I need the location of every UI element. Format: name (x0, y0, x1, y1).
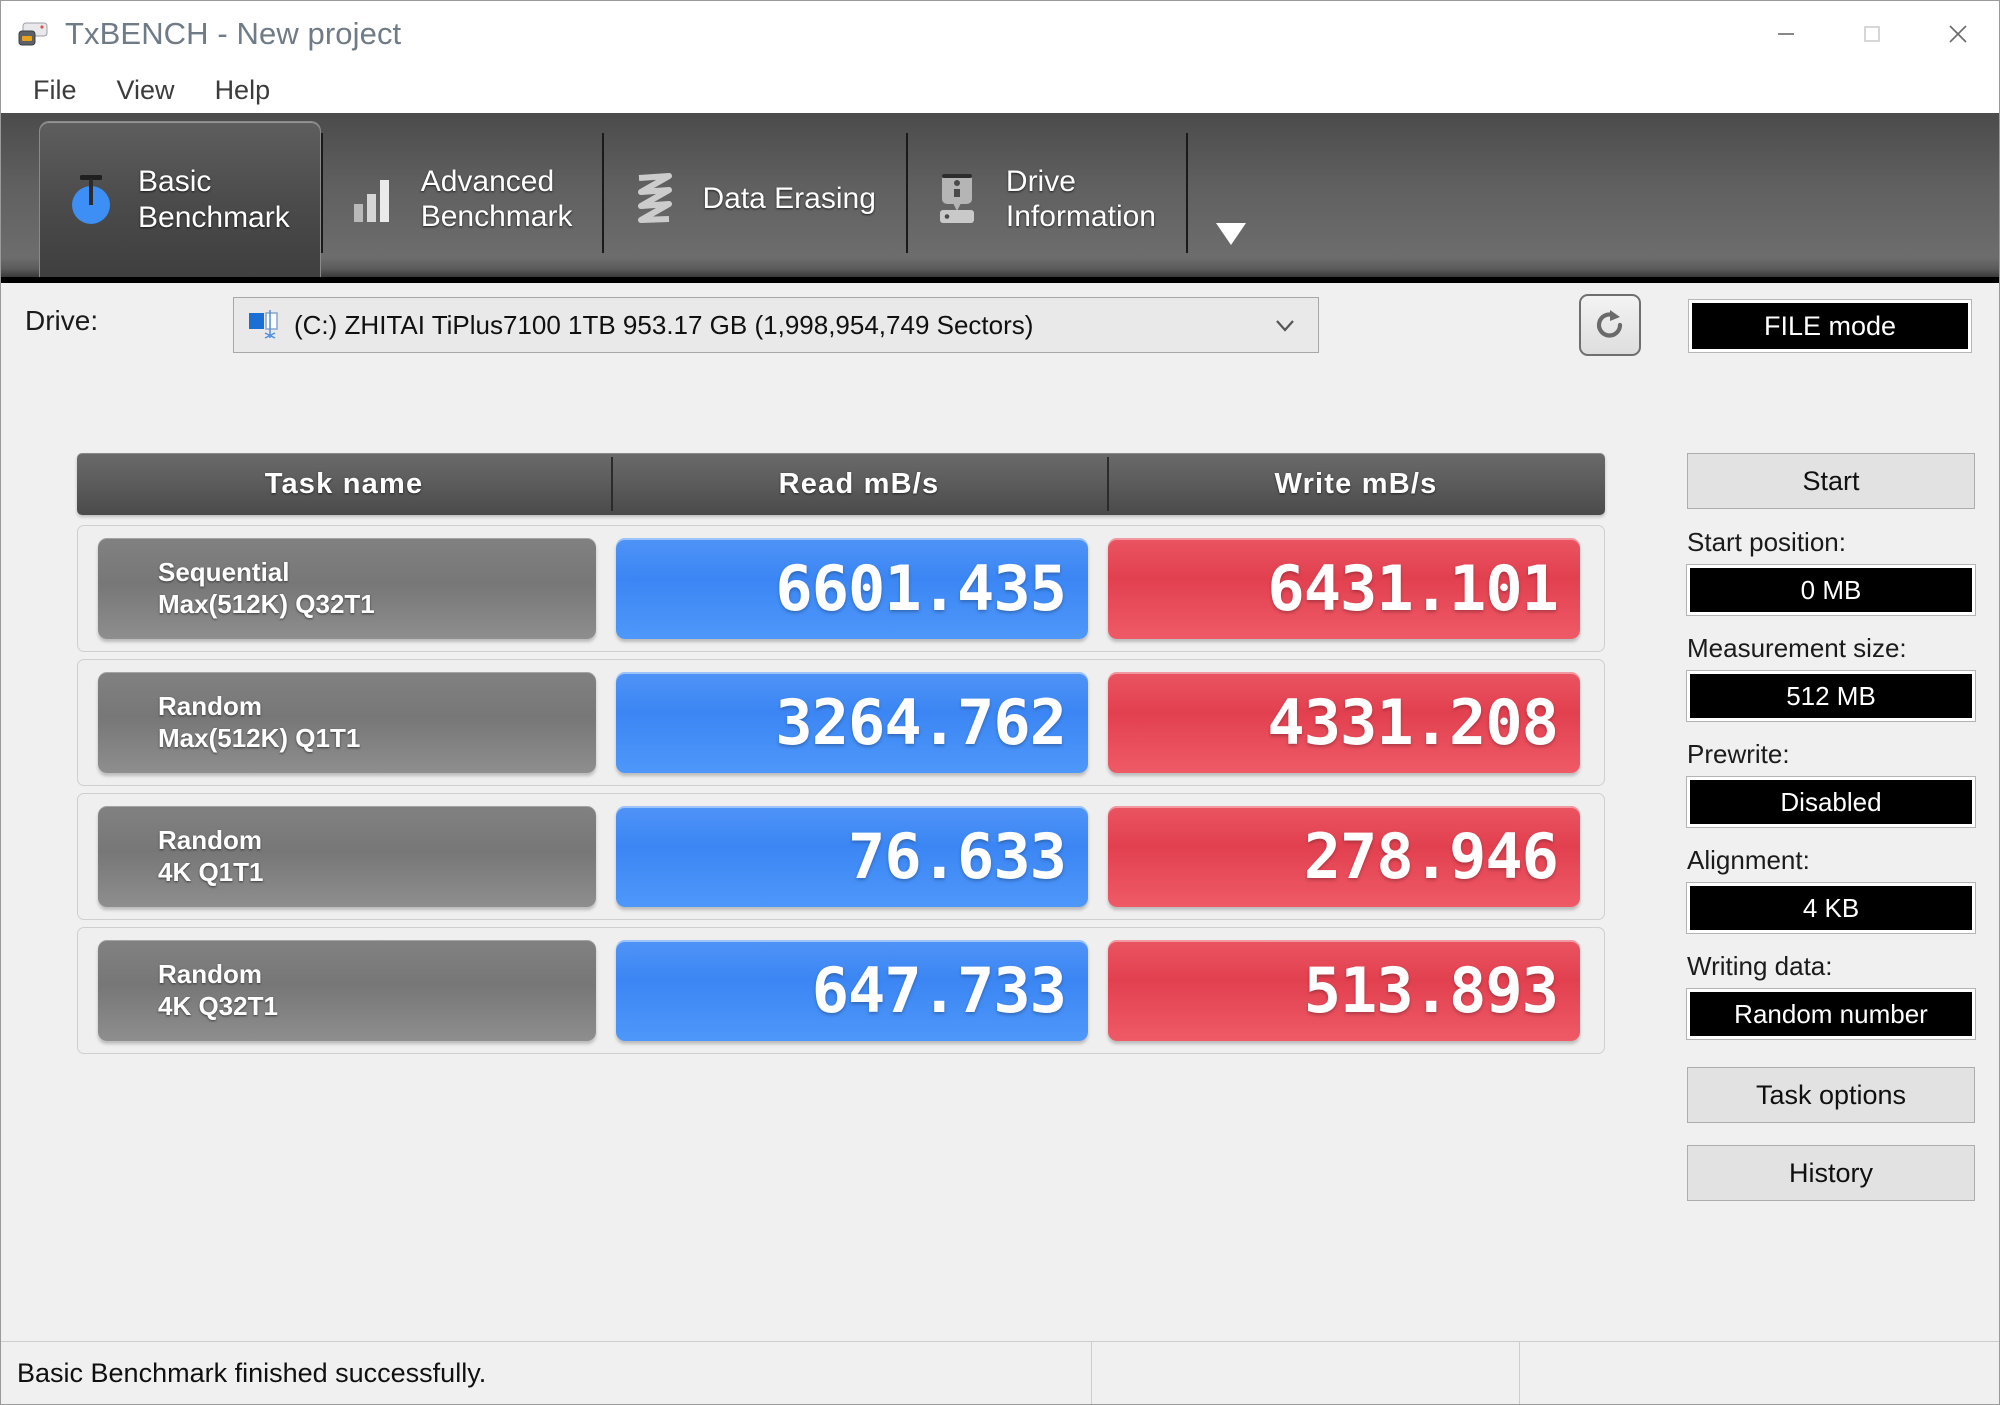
title-bar: TxBENCH - New project (1, 1, 1999, 67)
drive-select-value: (C:) ZHITAI TiPlus7100 1TB 953.17 GB (1,… (294, 309, 1034, 340)
status-bar: Basic Benchmark finished successfully. (1, 1341, 1999, 1404)
measurement-size-label: Measurement size: (1687, 633, 1907, 663)
read-value-cell: 6601.435 (616, 538, 1088, 639)
column-header-write: Write mB/s (1107, 453, 1605, 515)
toolbar-overflow-button[interactable] (1188, 113, 1252, 277)
tab-drive-information-label: Drive Information (1005, 164, 1156, 233)
menu-bar: File View Help (1, 67, 1999, 113)
measurement-size-value[interactable]: 512 MB (1687, 671, 1975, 721)
close-button[interactable] (1915, 1, 1999, 67)
window-title: TxBENCH - New project (65, 16, 402, 51)
drive-selection-row: Drive: (C:) ZHITAI TiPlus7100 1TB 953.17… (1, 283, 1999, 375)
write-value-cell: 4331.208 (1108, 672, 1580, 773)
tab-data-erasing[interactable]: Data Erasing (604, 121, 905, 277)
writing-data-value[interactable]: Random number (1687, 989, 1975, 1039)
alignment-value[interactable]: 4 KB (1687, 883, 1975, 933)
results-table-body: Sequential Max(512K) Q32T1 6601.435 6431… (77, 525, 1605, 1061)
menu-item-file[interactable]: File (19, 73, 91, 108)
bar-chart-icon (345, 168, 403, 230)
table-row[interactable]: Random Max(512K) Q1T1 3264.762 4331.208 (77, 659, 1605, 786)
maximize-button[interactable] (1829, 1, 1915, 67)
tab-basic-benchmark-label: Basic Benchmark (138, 165, 290, 234)
write-value-cell: 278.946 (1108, 806, 1580, 907)
task-options-button[interactable]: Task options (1687, 1067, 1975, 1123)
menu-item-view[interactable]: View (103, 73, 189, 108)
tab-data-erasing-label: Data Erasing (702, 182, 876, 216)
refresh-button[interactable] (1579, 294, 1641, 356)
history-button[interactable]: History (1687, 1145, 1975, 1201)
file-mode-badge: FILE mode (1689, 300, 1971, 352)
write-value-cell: 6431.101 (1108, 538, 1580, 639)
task-line-2: Max(512K) Q32T1 (158, 588, 375, 619)
menu-item-help[interactable]: Help (201, 73, 285, 108)
chevron-down-icon (1272, 312, 1298, 338)
tab-advanced-benchmark[interactable]: Advanced Benchmark (323, 121, 603, 277)
task-name-cell: Random Max(512K) Q1T1 (98, 672, 596, 773)
start-position-label: Start position: (1687, 527, 1846, 557)
read-value-cell: 76.633 (616, 806, 1088, 907)
app-icon (17, 17, 51, 51)
table-row[interactable]: Random 4K Q32T1 647.733 513.893 (77, 927, 1605, 1054)
tab-basic-benchmark[interactable]: Basic Benchmark (39, 121, 321, 277)
drive-select[interactable]: (C:) ZHITAI TiPlus7100 1TB 953.17 GB (1,… (233, 297, 1319, 353)
read-value-cell: 647.733 (616, 940, 1088, 1041)
start-button[interactable]: Start (1687, 453, 1975, 509)
task-line-2: Max(512K) Q1T1 (158, 722, 361, 753)
task-name-cell: Sequential Max(512K) Q32T1 (98, 538, 596, 639)
prewrite-label: Prewrite: (1687, 739, 1790, 769)
results-table-header: Task name Read mB/s Write mB/s (77, 453, 1605, 515)
minimize-button[interactable] (1743, 1, 1829, 67)
write-value-cell: 513.893 (1108, 940, 1580, 1041)
task-line-2: 4K Q1T1 (158, 856, 264, 887)
stopwatch-icon (62, 169, 120, 231)
read-value-cell: 3264.762 (616, 672, 1088, 773)
tab-advanced-benchmark-label: Advanced Benchmark (420, 164, 573, 233)
drive-info-icon (930, 168, 988, 230)
hard-disk-icon (248, 310, 282, 340)
status-pane-3 (1519, 1342, 1999, 1404)
task-line-1: Random (158, 958, 262, 989)
task-line-1: Random (158, 690, 262, 721)
task-name-cell: Random 4K Q32T1 (98, 940, 596, 1041)
column-header-read: Read mB/s (611, 453, 1107, 515)
column-header-task-name: Task name (264, 467, 424, 500)
drive-label: Drive: (25, 305, 99, 336)
table-row[interactable]: Sequential Max(512K) Q32T1 6601.435 6431… (77, 525, 1605, 652)
benchmark-options-panel: Start Start position: 0 MB Measurement s… (1687, 453, 1975, 1201)
writing-data-label: Writing data: (1687, 951, 1833, 981)
txbench-window: TxBENCH - New project File View Help Bas… (0, 0, 2000, 1405)
status-message: Basic Benchmark finished successfully. (17, 1357, 487, 1388)
table-row[interactable]: Random 4K Q1T1 76.633 278.946 (77, 793, 1605, 920)
task-name-cell: Random 4K Q1T1 (98, 806, 596, 907)
prewrite-value[interactable]: Disabled (1687, 777, 1975, 827)
start-position-value[interactable]: 0 MB (1687, 565, 1975, 615)
window-controls (1743, 1, 1999, 67)
tab-drive-information[interactable]: Drive Information (908, 121, 1186, 277)
task-line-1: Sequential (158, 556, 290, 587)
status-pane-2 (1091, 1342, 1519, 1404)
task-line-2: 4K Q32T1 (158, 990, 278, 1021)
main-toolbar: Basic Benchmark Advanced Benchmark Data … (1, 113, 1999, 283)
shredder-icon (626, 168, 684, 230)
task-line-1: Random (158, 824, 262, 855)
alignment-label: Alignment: (1687, 845, 1810, 875)
